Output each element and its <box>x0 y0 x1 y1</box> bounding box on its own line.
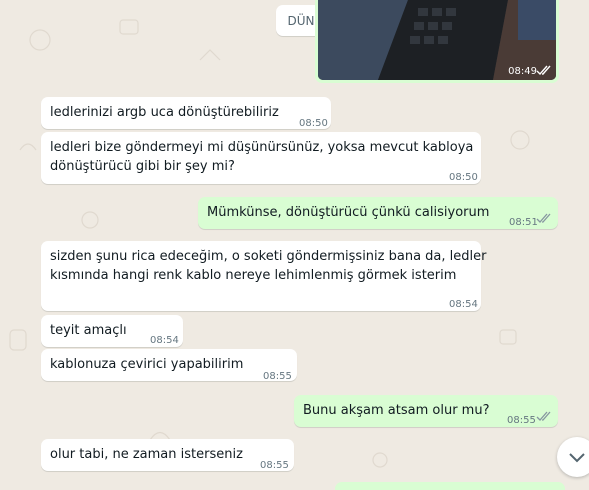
message-time: 08:55 <box>263 371 292 382</box>
message-time: 08:50 <box>449 172 478 183</box>
double-check-icon <box>536 65 551 76</box>
message-text: ledlerinizi argb uca dönüştürebiliriz <box>50 105 279 120</box>
message-bubble-outgoing <box>335 482 565 490</box>
message-bubble-incoming[interactable]: kablonuza çevirici yapabilirim 08:55 <box>41 349 297 382</box>
message-bubble-incoming[interactable]: ledleri bize göndermeyi mi düşünürsünüz,… <box>41 132 481 184</box>
message-text: teyit amaçlı <box>50 323 127 338</box>
message-time: 08:50 <box>299 118 328 129</box>
message-time: 08:55 <box>507 415 536 426</box>
message-time: 08:54 <box>150 335 179 346</box>
message-time: 08:51 <box>509 217 538 228</box>
message-text: Mümkünse, dönüştürücü çünkü calisiyorum <box>207 205 490 220</box>
message-bubble-incoming[interactable]: olur tabi, ne zaman isterseniz 08:55 <box>41 439 294 471</box>
message-bubble-outgoing[interactable]: Mümkünse, dönüştürücü çünkü calisiyorum … <box>198 197 558 229</box>
message-time: 08:54 <box>449 299 478 310</box>
message-time: 08:55 <box>260 460 289 471</box>
message-text: sizden şunu rica edeceğim, o soketi gönd… <box>50 249 487 264</box>
message-text: dönüştürücü gibi bir şey mi? <box>50 159 235 174</box>
chevron-down-icon <box>569 453 585 463</box>
message-bubble-outgoing[interactable]: Bunu akşam atsam olur mu? 08:55 <box>294 395 558 427</box>
message-text: olur tabi, ne zaman isterseniz <box>50 447 243 462</box>
double-check-icon <box>536 213 551 223</box>
message-bubble-incoming[interactable]: sizden şunu rica edeceğim, o soketi gönd… <box>41 241 486 311</box>
message-bubble-incoming[interactable]: teyit amaçlı 08:54 <box>41 315 183 347</box>
message-bubble-incoming[interactable]: ledlerinizi argb uca dönüştürebiliriz 08… <box>41 97 331 129</box>
double-check-icon <box>536 411 551 421</box>
scroll-to-bottom-button[interactable] <box>557 437 589 477</box>
image-message[interactable]: 08:49 <box>315 0 559 83</box>
message-text: kısmında hangi renk kablo nereye lehimle… <box>50 268 457 283</box>
message-text: Bunu akşam atsam olur mu? <box>303 403 490 418</box>
message-text: ledleri bize göndermeyi mi düşünürsünüz,… <box>50 140 474 155</box>
message-time: 08:49 <box>508 66 537 77</box>
message-text: kablonuza çevirici yapabilirim <box>50 357 244 372</box>
